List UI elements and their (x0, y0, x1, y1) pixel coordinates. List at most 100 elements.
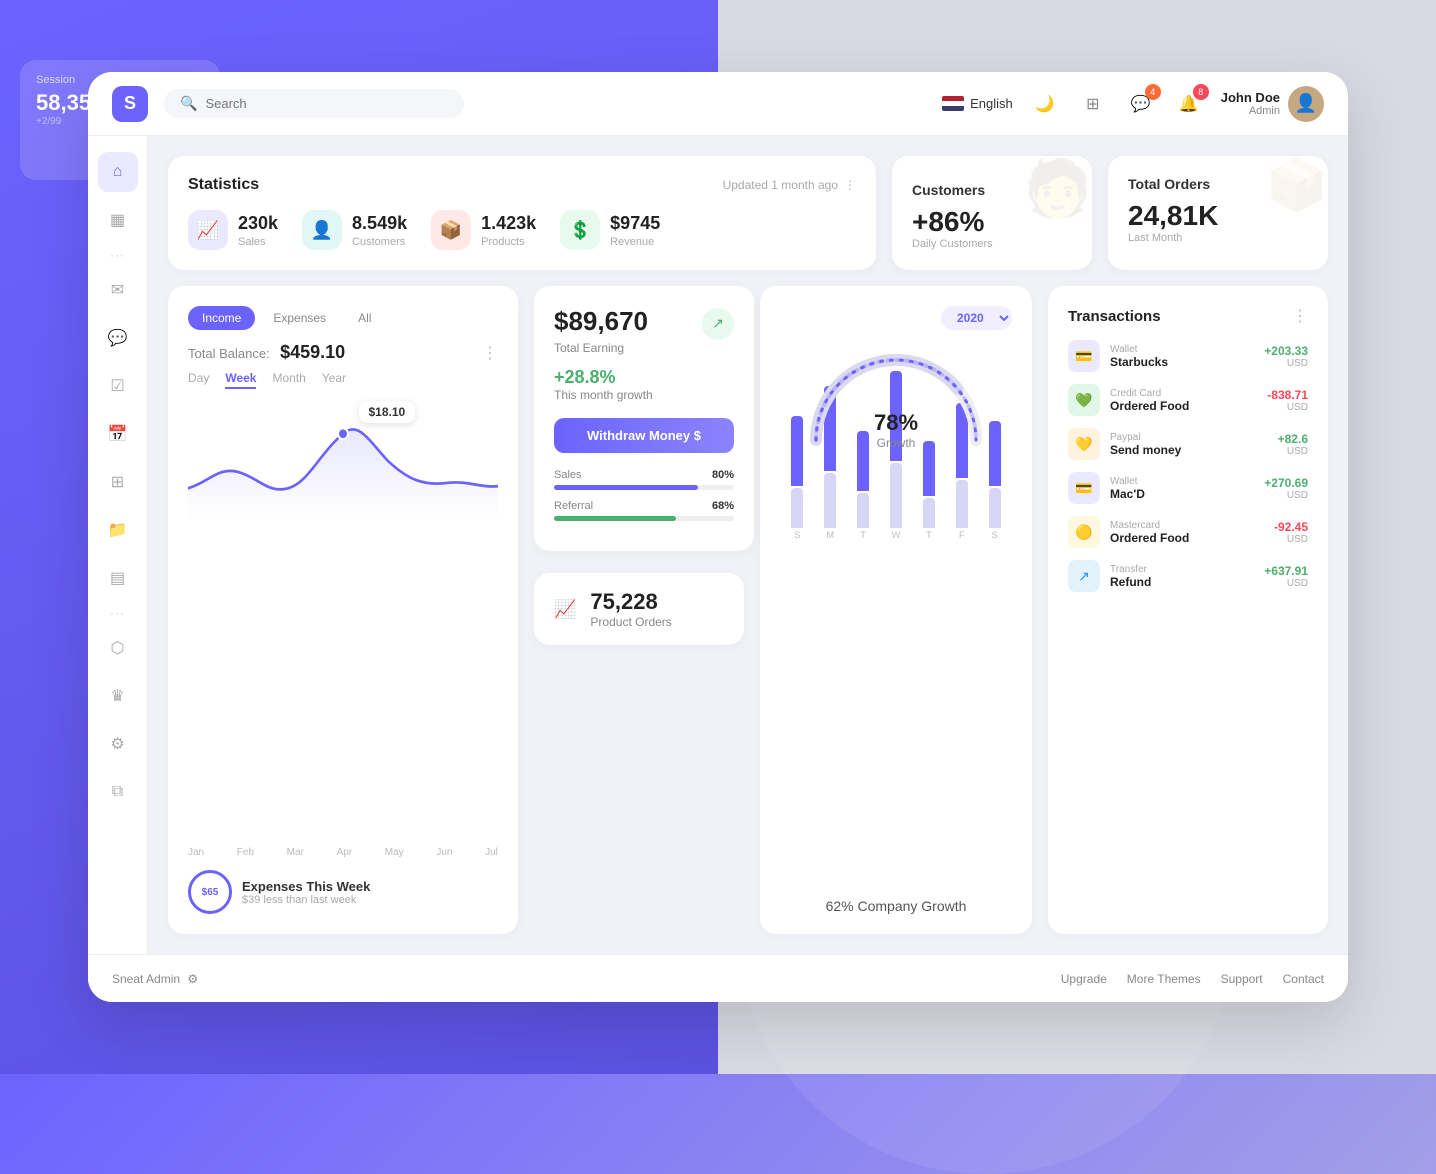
sidebar-item-mail[interactable]: ✉ (98, 270, 138, 310)
user-profile[interactable]: John Doe Admin 👤 (1221, 86, 1324, 122)
year-selector[interactable]: 202020212022 (941, 306, 1012, 330)
stat-revenue-icon: 💲 (560, 210, 600, 250)
bar-T1-light (857, 493, 869, 528)
tx-details-transfer: Transfer Refund (1110, 564, 1254, 589)
bar-label-W: W (892, 530, 901, 540)
footer: Sneat Admin ⚙ Upgrade More Themes Suppor… (88, 954, 1348, 1002)
footer-support[interactable]: Support (1221, 972, 1263, 986)
bar-label-S1: S (794, 530, 800, 540)
gauge-percentage: 78% (874, 410, 918, 436)
sidebar-item-folder[interactable]: 📁 (98, 510, 138, 550)
more-options-icon[interactable]: ⋮ (844, 178, 856, 192)
period-week[interactable]: Week (225, 371, 256, 389)
tab-expenses[interactable]: Expenses (259, 306, 340, 330)
tx-amount-credit: -838.71 USD (1267, 388, 1308, 413)
grid-view-toggle[interactable]: ⊞ (1077, 88, 1109, 120)
period-tabs: Day Week Month Year (188, 371, 498, 389)
bar-label-F: F (959, 530, 965, 540)
growth-card-top: 202020212022 (780, 306, 1012, 330)
product-orders-icon: 📈 (554, 599, 576, 620)
transactions-header: Transactions ⋮ (1068, 306, 1308, 326)
sidebar-item-layout[interactable]: ▦ (98, 200, 138, 240)
dark-mode-toggle[interactable]: 🌙 (1029, 88, 1061, 120)
expenses-text: Expenses This Week $39 less than last we… (242, 879, 370, 906)
sidebar-item-chat[interactable]: 💬 (98, 318, 138, 358)
tx-amount-starbucks: +203.33 USD (1264, 344, 1308, 369)
statistics-card: Statistics Updated 1 month ago ⋮ 📈 230k … (168, 156, 876, 270)
stat-sales: 📈 230k Sales (188, 210, 278, 250)
earning-label: Total Earning (554, 341, 734, 355)
stat-revenue: 💲 $9745 Revenue (560, 210, 660, 250)
bar-W-light (890, 463, 902, 528)
sales-progress-bar (554, 485, 734, 490)
tab-income[interactable]: Income (188, 306, 255, 330)
bar-S1-blue (791, 416, 803, 486)
referral-label: Referral (554, 500, 593, 512)
user-text: John Doe Admin (1221, 90, 1280, 117)
tx-icon-macd: 💳 (1068, 472, 1100, 504)
product-orders-card: 📈 75,228 Product Orders (534, 573, 744, 645)
stats-grid: 📈 230k Sales 👤 8.549k Customers (188, 210, 856, 250)
transactions-card: Transactions ⋮ 💳 Wallet Starbucks +203.3… (1048, 286, 1328, 934)
sidebar-item-copy[interactable]: ⧉ (98, 772, 138, 812)
sidebar-item-settings[interactable]: ⚙ (98, 724, 138, 764)
tx-amount-paypal: +82.6 USD (1278, 432, 1308, 457)
period-year[interactable]: Year (322, 371, 346, 389)
tx-details-paypal: Paypal Send money (1110, 432, 1268, 457)
search-bar[interactable]: 🔍 (164, 89, 464, 118)
expenses-row: $65 Expenses This Week $39 less than las… (188, 870, 498, 914)
period-day[interactable]: Day (188, 371, 209, 389)
transaction-mastercard: 🟡 Mastercard Ordered Food -92.45 USD (1068, 516, 1308, 548)
expenses-circle: $65 (188, 870, 232, 914)
tab-all[interactable]: All (344, 306, 385, 330)
product-orders-value: 75,228 (590, 589, 671, 615)
sidebar-item-table[interactable]: ▤ (98, 558, 138, 598)
stat-sales-value: 230k (238, 213, 278, 234)
transactions-options-icon[interactable]: ⋮ (1292, 306, 1308, 326)
tx-icon-master: 🟡 (1068, 516, 1100, 548)
growth-label: This month growth (554, 388, 734, 402)
earning-card: $89,670 ↗ Total Earning +28.8% This mont… (534, 286, 754, 551)
notifications-button[interactable]: 🔔 8 (1173, 88, 1205, 120)
progress-section: Sales 80% Referral 68% (554, 469, 734, 521)
topbar: S 🔍 English 🌙 ⊞ 💬 4 🔔 8 John Doe (88, 72, 1348, 136)
messages-button[interactable]: 💬 4 (1125, 88, 1157, 120)
sidebar-item-calendar[interactable]: 📅 (98, 414, 138, 454)
balance-options-icon[interactable]: ⋮ (482, 343, 498, 363)
topbar-right: English 🌙 ⊞ 💬 4 🔔 8 John Doe Admin 👤 (942, 86, 1324, 122)
bar-M-light (824, 473, 836, 528)
tx-details-credit: Credit Card Ordered Food (1110, 388, 1257, 413)
earning-value: $89,670 (554, 306, 648, 337)
income-chart-area: $18.10 (188, 401, 498, 843)
main-dashboard-card: S 🔍 English 🌙 ⊞ 💬 4 🔔 8 John Doe (88, 72, 1348, 1002)
sidebar-item-crown[interactable]: ♛ (98, 676, 138, 716)
sidebar-item-home[interactable]: ⌂ (98, 152, 138, 192)
language-label: English (970, 96, 1013, 111)
total-orders-label: Last Month (1128, 232, 1308, 244)
language-selector[interactable]: English (942, 96, 1013, 111)
tx-amount-transfer: +637.91 USD (1264, 564, 1308, 589)
sidebar-item-grid[interactable]: ⊞ (98, 462, 138, 502)
bar-label-T1: T (860, 530, 866, 540)
sidebar-item-tasks[interactable]: ☑ (98, 366, 138, 406)
stat-revenue-value: $9745 (610, 213, 660, 234)
footer-more-themes[interactable]: More Themes (1127, 972, 1201, 986)
notifications-badge: 8 (1193, 84, 1209, 100)
tx-icon-paypal: 💛 (1068, 428, 1100, 460)
bar-F-light (956, 480, 968, 528)
sidebar-item-box[interactable]: ⬡ (98, 628, 138, 668)
stat-products-label: Products (481, 236, 536, 248)
footer-upgrade[interactable]: Upgrade (1061, 972, 1107, 986)
balance-label: Total Balance: (188, 346, 270, 361)
sidebar-dots-2: ··· (110, 606, 125, 620)
stat-products: 📦 1.423k Products (431, 210, 536, 250)
growth-company-label: 62% Company Growth (826, 898, 967, 914)
chart-tooltip: $18.10 (359, 401, 416, 423)
period-month[interactable]: Month (272, 371, 305, 389)
footer-contact[interactable]: Contact (1283, 972, 1324, 986)
user-role: Admin (1221, 105, 1280, 117)
referral-progress-row: Referral 68% (554, 500, 734, 512)
withdraw-button[interactable]: Withdraw Money $ (554, 418, 734, 453)
stat-customers-icon: 👤 (302, 210, 342, 250)
search-input[interactable] (205, 96, 448, 111)
